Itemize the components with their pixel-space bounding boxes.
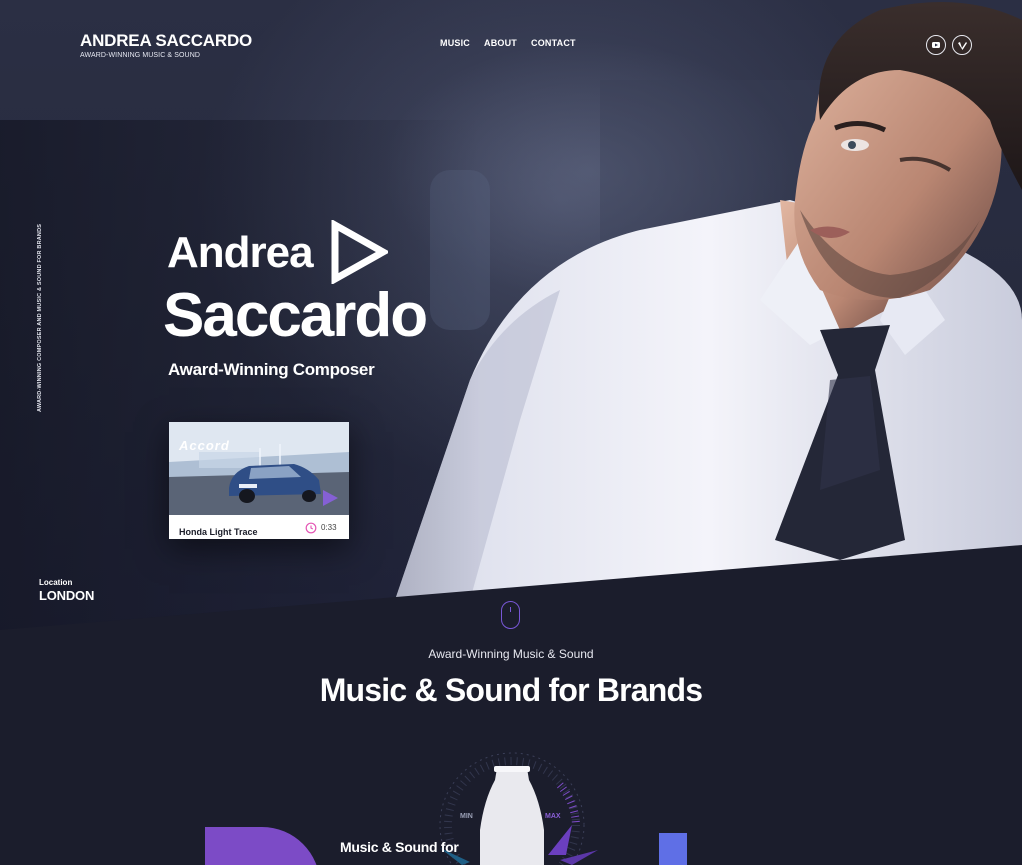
section-kicker: Award-Winning Music & Sound — [428, 647, 594, 661]
vimeo-icon[interactable] — [952, 35, 972, 55]
clock-icon — [305, 522, 317, 534]
hero-last-name: Saccardo — [163, 281, 428, 350]
mouse-wheel — [509, 607, 511, 612]
featured-track-card[interactable]: Accord Honda Light Trace 0:33 — [169, 422, 349, 539]
main-nav: MUSIC ABOUT CONTACT — [440, 38, 576, 48]
brand-name[interactable]: ANDREA SACCARDO — [80, 31, 252, 51]
nav-music[interactable]: MUSIC — [440, 38, 470, 48]
brand[interactable]: ANDREA SACCARDO AWARD-WINNING MUSIC & SO… — [80, 31, 252, 59]
nav-about[interactable]: ABOUT — [484, 38, 517, 48]
location-label: Location — [39, 578, 73, 587]
social-links — [926, 35, 972, 55]
play-icon[interactable] — [320, 488, 340, 508]
left-shade — [0, 120, 480, 640]
location-value: LONDON — [39, 588, 95, 603]
dial-graphic — [439, 752, 598, 865]
hero-subtitle: Award-Winning Composer — [168, 360, 375, 379]
hero-section — [0, 0, 1022, 640]
side-vertical-text: AWARD-WINNING COMPOSER AND MUSIC & SOUND… — [37, 223, 43, 412]
lower-heading: Music & Sound for — [340, 839, 459, 855]
dial-min-label: MIN — [460, 813, 473, 820]
nav-contact[interactable]: CONTACT — [531, 38, 576, 48]
dial-max-label: MAX — [545, 813, 561, 820]
thumbnail-text: Accord — [179, 438, 230, 453]
track-title[interactable]: Honda Light Trace — [179, 527, 258, 537]
play-outline-icon[interactable] — [330, 220, 388, 284]
brand-tagline: AWARD-WINNING MUSIC & SOUND — [80, 52, 201, 59]
section-headline: Music & Sound for Brands — [319, 672, 703, 708]
location-block: Location LONDON — [39, 578, 94, 603]
blue-bar-graphic — [659, 833, 687, 865]
hero-first-name: Andrea — [167, 228, 314, 277]
scroll-mouse-icon[interactable] — [501, 601, 520, 629]
youtube-icon[interactable] — [926, 35, 946, 55]
lower-teaser: Music & Sound for MIN MAX — [0, 730, 1022, 865]
track-duration: 0:33 — [321, 523, 337, 532]
